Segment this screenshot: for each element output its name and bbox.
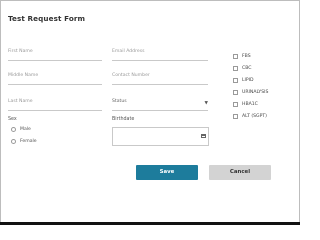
first-name-placeholder: First Name — [8, 49, 33, 54]
last-name-field[interactable]: Last Name — [8, 98, 102, 111]
checkbox[interactable] — [233, 54, 238, 59]
checkbox-lipid-label: LIPID — [242, 78, 254, 83]
radio-male-label: Male — [20, 127, 31, 132]
birthdate-input[interactable] — [112, 127, 209, 146]
checkbox-cbc-label: CBC — [242, 66, 252, 71]
radio-button[interactable] — [11, 139, 16, 144]
radio-female-label: Female — [20, 139, 37, 144]
email-placeholder: Email Address — [112, 49, 145, 54]
sex-label: Sex — [8, 117, 17, 122]
radio-male[interactable]: Male — [11, 127, 31, 132]
status-select[interactable]: Status ▼ — [112, 98, 208, 111]
checkbox[interactable] — [233, 90, 238, 95]
form-panel: Test Request Form First Name Middle Name… — [0, 0, 300, 225]
checkbox[interactable] — [233, 102, 238, 107]
cancel-button[interactable]: Cancel — [209, 165, 271, 180]
checkbox-alt-label: ALT (SGPT) — [242, 114, 267, 119]
checkbox-lipid[interactable]: LIPID — [233, 78, 254, 83]
checkbox-fbs-label: FBS — [242, 54, 251, 59]
radio-button[interactable] — [11, 127, 16, 132]
contact-number-placeholder: Contact Number — [112, 73, 150, 78]
checkbox-hba1c-label: HBA1C — [242, 102, 258, 107]
bottom-edge — [0, 222, 300, 225]
save-button[interactable]: Save — [136, 165, 198, 180]
birthdate-label: Birthdate — [112, 117, 135, 122]
middle-name-placeholder: Middle Name — [8, 73, 39, 78]
checkbox-fbs[interactable]: FBS — [233, 54, 251, 59]
checkbox[interactable] — [233, 114, 238, 119]
form-title: Test Request Form — [8, 14, 86, 23]
checkbox-alt[interactable]: ALT (SGPT) — [233, 114, 267, 119]
status-placeholder: Status — [112, 99, 127, 104]
checkbox[interactable] — [233, 66, 238, 71]
checkbox-urinalysis[interactable]: URINALYSIS — [233, 90, 268, 95]
checkbox[interactable] — [233, 78, 238, 83]
checkbox-hba1c[interactable]: HBA1C — [233, 102, 258, 107]
checkbox-cbc[interactable]: CBC — [233, 66, 252, 71]
middle-name-field[interactable]: Middle Name — [8, 72, 102, 85]
chevron-down-icon[interactable]: ▼ — [205, 101, 208, 106]
last-name-placeholder: Last Name — [8, 99, 33, 104]
radio-female[interactable]: Female — [11, 139, 37, 144]
first-name-field[interactable]: First Name — [8, 48, 102, 61]
email-field[interactable]: Email Address — [112, 48, 208, 61]
checkbox-urinalysis-label: URINALYSIS — [242, 90, 269, 95]
contact-number-field[interactable]: Contact Number — [112, 72, 208, 85]
calendar-icon[interactable] — [201, 134, 206, 138]
